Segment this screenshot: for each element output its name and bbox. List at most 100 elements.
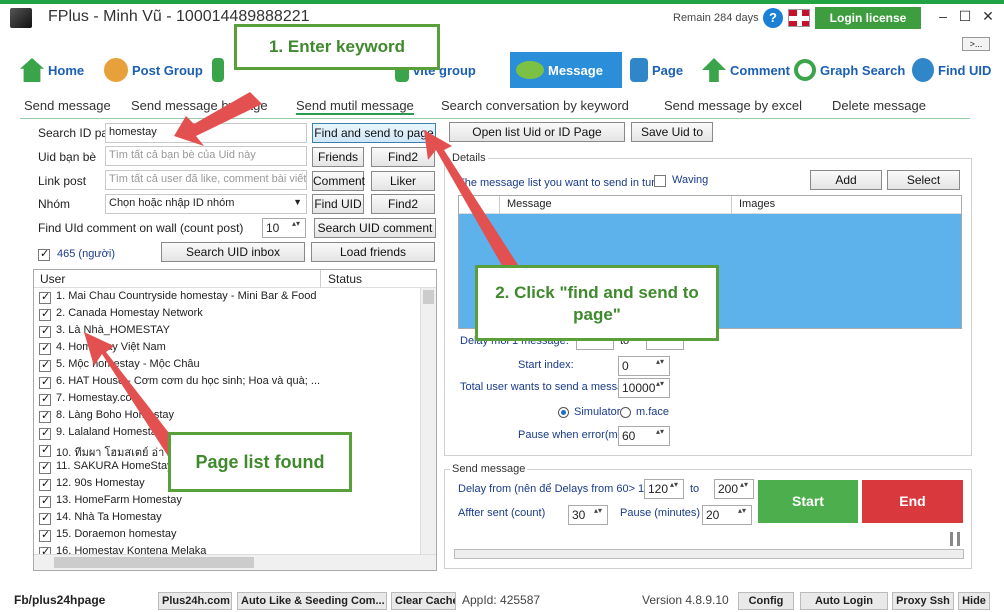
user-row-checkbox[interactable] bbox=[39, 358, 51, 372]
select-all-checkbox[interactable] bbox=[38, 247, 50, 261]
hscroll-thumb[interactable] bbox=[54, 557, 254, 568]
tab-send-by-excel[interactable]: Send message by excel bbox=[664, 98, 802, 113]
message-grid-header: Message Images bbox=[459, 196, 961, 214]
tab-search-conversation[interactable]: Search conversation by keyword bbox=[441, 98, 629, 113]
config-button[interactable]: Config bbox=[738, 592, 794, 610]
search-uid-inbox-button[interactable]: Search UID inbox bbox=[161, 242, 305, 262]
nav-page[interactable]: Page bbox=[630, 52, 683, 88]
simulator-radio[interactable] bbox=[558, 407, 569, 418]
login-license-button[interactable]: Login license bbox=[815, 7, 921, 29]
user-row-checkbox[interactable] bbox=[39, 341, 51, 355]
user-row-checkbox[interactable] bbox=[39, 409, 51, 423]
select-button[interactable]: Select bbox=[887, 170, 960, 190]
pause-error-stepper[interactable]: 60 bbox=[618, 426, 670, 446]
group-select[interactable]: Chọn hoặc nhập ID nhóm ▼ bbox=[105, 194, 307, 214]
friends-button[interactable]: Friends bbox=[312, 147, 364, 167]
autolike-button[interactable]: Auto Like & Seeding Com... bbox=[237, 592, 387, 610]
find-uid-button[interactable]: Find UID bbox=[312, 194, 364, 214]
clear-cache-button[interactable]: Clear Cache bbox=[391, 592, 456, 610]
user-row-checkbox[interactable] bbox=[39, 392, 51, 406]
user-row[interactable]: 4. Homestay Việt Nam bbox=[56, 341, 322, 358]
close-icon[interactable]: ✕ bbox=[978, 8, 998, 26]
save-uid-button[interactable]: Save Uid to bbox=[631, 122, 713, 142]
user-row[interactable]: 13. HomeFarm Homestay bbox=[56, 494, 322, 511]
open-list-button[interactable]: Open list Uid or ID Page bbox=[449, 122, 625, 142]
nav-post-group[interactable]: Post Group bbox=[104, 52, 203, 88]
fb-link[interactable]: Fb/plus24hpage bbox=[14, 593, 105, 607]
minimize-icon[interactable]: – bbox=[933, 8, 953, 26]
end-button[interactable]: End bbox=[862, 480, 963, 523]
mface-label: m.face bbox=[636, 406, 670, 418]
start-index-stepper[interactable]: 0 bbox=[618, 356, 670, 376]
col-status-header[interactable]: Status bbox=[328, 272, 362, 286]
group-label: Nhóm bbox=[38, 197, 71, 211]
search-uid-comment-button[interactable]: Search UID comment bbox=[314, 218, 436, 238]
find2-button[interactable]: Find2 bbox=[371, 147, 435, 167]
col-user-header[interactable]: User bbox=[40, 272, 65, 286]
nav-message[interactable]: Message bbox=[510, 52, 622, 88]
col-images-header[interactable]: Images bbox=[739, 198, 775, 210]
help-icon[interactable]: ? bbox=[763, 8, 783, 28]
user-row-checkbox[interactable] bbox=[39, 375, 51, 389]
delay-from-stepper[interactable]: 120 bbox=[644, 479, 684, 499]
more-button[interactable]: >... bbox=[962, 37, 990, 51]
user-row-checkbox[interactable] bbox=[39, 494, 51, 508]
find-and-send-button[interactable]: Find and send to page bbox=[312, 123, 436, 143]
user-row[interactable]: 7. Homestay.com bbox=[56, 392, 322, 409]
find2b-button[interactable]: Find2 bbox=[371, 194, 435, 214]
mface-radio[interactable] bbox=[620, 407, 631, 418]
load-friends-button[interactable]: Load friends bbox=[311, 242, 435, 262]
user-row-checkbox[interactable] bbox=[39, 443, 51, 457]
count-post-stepper[interactable]: 10 bbox=[262, 218, 306, 238]
total-user-stepper[interactable]: 10000 bbox=[618, 378, 670, 398]
horizontal-scrollbar[interactable] bbox=[34, 554, 436, 570]
comment-button[interactable]: Comment bbox=[312, 171, 365, 191]
tab-send-message-by-page[interactable]: Send message by page bbox=[131, 98, 268, 113]
vertical-scrollbar[interactable] bbox=[420, 288, 436, 554]
nav-graph-search[interactable]: Graph Search bbox=[794, 52, 905, 88]
nav-comment[interactable]: Comment bbox=[702, 52, 790, 88]
nav-find-uid-label: Find UID bbox=[938, 62, 992, 78]
pause-minutes-stepper[interactable]: 20 bbox=[702, 505, 752, 525]
tab-send-mutil-message[interactable]: Send mutil message bbox=[296, 98, 414, 115]
proxy-ssh-button[interactable]: Proxy Ssh bbox=[892, 592, 954, 610]
col-message-header[interactable]: Message bbox=[507, 198, 552, 210]
user-row[interactable]: 2. Canada Homestay Network bbox=[56, 307, 322, 324]
after-sent-stepper[interactable]: 30 bbox=[568, 505, 608, 525]
link-post-input[interactable]: Tìm tất cả user đã like, comment bài viế… bbox=[105, 170, 307, 190]
add-button[interactable]: Add bbox=[810, 170, 882, 190]
tab-delete-message[interactable]: Delete message bbox=[832, 98, 926, 113]
nav-home[interactable]: Home bbox=[20, 52, 84, 88]
user-row[interactable]: 3. Là Nhà_HOMESTAY bbox=[56, 324, 322, 341]
auto-login-button[interactable]: Auto Login bbox=[800, 592, 888, 610]
user-list: User Status 1. Mai Chau Countryside home… bbox=[33, 269, 437, 571]
scroll-thumb[interactable] bbox=[423, 290, 434, 304]
search-id-input[interactable]: homestay bbox=[105, 123, 307, 143]
user-row-checkbox[interactable] bbox=[39, 290, 51, 304]
uid-friends-input[interactable]: Tìm tất cả bạn bè của Uid này bbox=[105, 146, 307, 166]
user-row[interactable]: 1. Mai Chau Countryside homestay - Mini … bbox=[56, 290, 322, 307]
user-row-checkbox[interactable] bbox=[39, 324, 51, 338]
maximize-icon[interactable]: ☐ bbox=[955, 8, 975, 26]
user-row-checkbox[interactable] bbox=[39, 460, 51, 474]
pause-icon[interactable] bbox=[950, 532, 960, 546]
user-row-checkbox[interactable] bbox=[39, 528, 51, 542]
user-row-checkbox[interactable] bbox=[39, 426, 51, 440]
plus24h-button[interactable]: Plus24h.com bbox=[158, 592, 232, 610]
user-row-checkbox[interactable] bbox=[39, 307, 51, 321]
user-row-checkbox[interactable] bbox=[39, 477, 51, 491]
tab-send-message[interactable]: Send message bbox=[24, 98, 111, 113]
nav-find-uid[interactable]: Find UID bbox=[912, 52, 991, 88]
hide-button[interactable]: Hide bbox=[958, 592, 990, 610]
user-row[interactable]: 8. Làng Boho Homestay bbox=[56, 409, 322, 426]
user-row[interactable]: 6. HAT House - Cơm cơm du học sinh; Hoa … bbox=[56, 375, 322, 392]
user-row[interactable]: 5. Mộc homestay - Mộc Châu bbox=[56, 358, 322, 375]
start-button[interactable]: Start bbox=[758, 480, 858, 523]
user-row[interactable]: 15. Doraemon homestay bbox=[56, 528, 322, 545]
user-row-checkbox[interactable] bbox=[39, 511, 51, 525]
uk-flag-icon[interactable] bbox=[788, 9, 810, 27]
waving-checkbox[interactable] bbox=[654, 175, 666, 187]
user-row[interactable]: 14. Nhà Ta Homestay bbox=[56, 511, 322, 528]
liker-button[interactable]: Liker bbox=[371, 171, 435, 191]
delay-to-stepper[interactable]: 200 bbox=[714, 479, 754, 499]
